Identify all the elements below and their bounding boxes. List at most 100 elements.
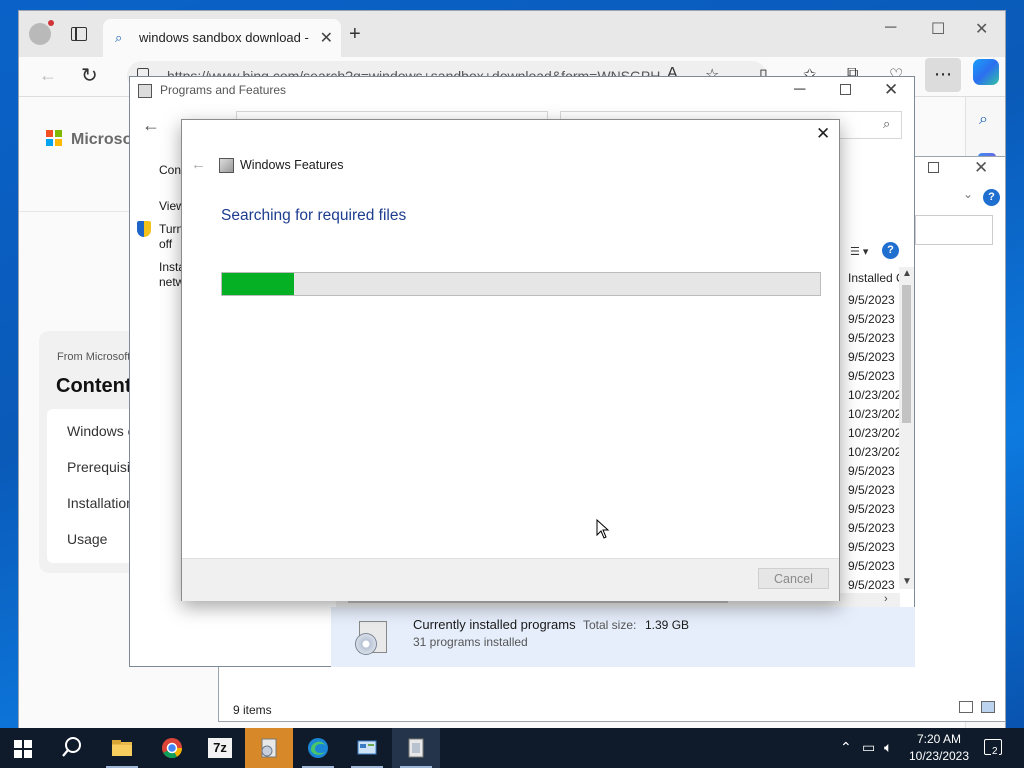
copilot-icon[interactable] bbox=[973, 59, 999, 85]
clock-time[interactable]: 7:20 AM bbox=[908, 732, 970, 746]
view-updates-link[interactable]: View bbox=[159, 199, 183, 214]
minimize-button[interactable]: ─ bbox=[885, 19, 896, 37]
help-icon[interactable]: ? bbox=[983, 189, 1000, 206]
taskbar-file-explorer[interactable] bbox=[98, 728, 146, 768]
tab-actions-icon[interactable] bbox=[71, 27, 87, 41]
back-button[interactable]: ← bbox=[39, 65, 57, 86]
total-size-value: 1.39 GB bbox=[645, 618, 690, 632]
installed-date-cell[interactable]: 9/5/2023 bbox=[848, 312, 900, 326]
taskbar-search-icon[interactable] bbox=[61, 736, 83, 758]
install-network-link-line2[interactable]: netw bbox=[159, 275, 183, 290]
installed-date-cell[interactable]: 9/5/2023 bbox=[848, 540, 900, 554]
more-options-button[interactable]: ⋯ bbox=[925, 58, 961, 92]
paf-titlebar: Programs and Features ─ ✕ bbox=[130, 77, 914, 105]
taskbar-7zip[interactable]: 7z bbox=[196, 728, 244, 768]
installed-programs-icon bbox=[355, 617, 391, 657]
details-title: Currently installed programs bbox=[413, 617, 576, 632]
turn-features-link-line2[interactable]: off bbox=[159, 237, 183, 252]
installed-date-cell[interactable]: 10/23/2023 bbox=[848, 426, 900, 440]
help-icon[interactable]: ? bbox=[882, 242, 899, 259]
large-icons-view-icon[interactable] bbox=[981, 701, 995, 713]
installed-date-cell[interactable]: 10/23/2023 bbox=[848, 388, 900, 402]
installed-date-cell[interactable]: 9/5/2023 bbox=[848, 350, 900, 364]
clock-date[interactable]: 10/23/2023 bbox=[904, 749, 974, 763]
installed-date-cell[interactable]: 9/5/2023 bbox=[848, 293, 900, 307]
cancel-button[interactable]: Cancel bbox=[758, 568, 829, 589]
installed-date-cell[interactable]: 9/5/2023 bbox=[848, 559, 900, 573]
maximize-button[interactable]: ☐ bbox=[931, 19, 945, 39]
taskbar-chrome[interactable] bbox=[148, 728, 196, 768]
dialog-close-button[interactable]: ✕ bbox=[816, 124, 830, 144]
control-panel-icon bbox=[138, 84, 152, 98]
sidebar-search-icon[interactable]: ⌕ bbox=[979, 111, 988, 129]
volume-icon[interactable]: 🔈︎ bbox=[884, 739, 892, 756]
scroll-down-icon[interactable]: ▼ bbox=[902, 576, 912, 587]
window-title: Programs and Features bbox=[160, 83, 287, 97]
explorer-maximize-button[interactable] bbox=[928, 162, 939, 173]
card-link-usage[interactable]: Usage bbox=[67, 531, 107, 547]
browser-tab[interactable]: ⌕ windows sandbox download - Search ✕ bbox=[103, 19, 341, 57]
paf-close-button[interactable]: ✕ bbox=[884, 80, 898, 100]
installed-date-cell[interactable]: 10/23/2023 bbox=[848, 407, 900, 421]
scroll-right-icon[interactable]: › bbox=[884, 593, 888, 605]
edge-icon bbox=[308, 738, 328, 758]
scroll-thumb[interactable] bbox=[902, 285, 911, 423]
card-link-installation[interactable]: Installation bbox=[67, 495, 134, 511]
windows-features-dialog: ✕ ← Windows Features Searching for requi… bbox=[181, 119, 840, 601]
installed-date-cell[interactable]: 10/23/2023 bbox=[848, 445, 900, 459]
turn-features-link[interactable]: Turn bbox=[159, 222, 183, 237]
installed-date-cell[interactable]: 9/5/2023 bbox=[848, 331, 900, 345]
scroll-up-icon[interactable]: ▲ bbox=[902, 268, 912, 279]
install-network-link[interactable]: Insta bbox=[159, 260, 183, 275]
chevron-down-icon[interactable]: ⌄ bbox=[963, 187, 973, 201]
paf-minimize-button[interactable]: ─ bbox=[794, 81, 805, 99]
taskbar-programs-and-features[interactable] bbox=[245, 728, 293, 768]
new-tab-button[interactable]: + bbox=[349, 23, 361, 46]
installed-date-cell[interactable]: 9/5/2023 bbox=[848, 578, 900, 592]
programs-features-icon bbox=[261, 738, 277, 758]
mouse-cursor-icon bbox=[596, 519, 610, 539]
show-hidden-icons-chevron[interactable]: ⌃ bbox=[840, 739, 852, 756]
taskbar-control-panel[interactable] bbox=[343, 728, 391, 768]
network-icon[interactable]: ▭ bbox=[862, 739, 875, 756]
dialog-footer: Cancel bbox=[182, 558, 839, 601]
view-options-dropdown[interactable]: ☰ ▾ bbox=[850, 245, 868, 258]
close-window-button[interactable]: ✕ bbox=[975, 19, 988, 39]
search-icon: ⌕ bbox=[883, 116, 891, 131]
shield-icon bbox=[137, 221, 151, 237]
taskbar-edge[interactable] bbox=[294, 728, 342, 768]
installed-date-cell[interactable]: 9/5/2023 bbox=[848, 464, 900, 478]
profile-avatar[interactable] bbox=[29, 20, 54, 45]
status-heading: Searching for required files bbox=[221, 207, 407, 224]
card-source: From Microsoft bbox=[57, 351, 131, 363]
details-pane: Currently installed programs Total size:… bbox=[331, 607, 915, 667]
card-link-prerequisites[interactable]: Prerequisit bbox=[67, 459, 134, 475]
notification-count: 2 bbox=[991, 746, 999, 757]
dialog-back-button[interactable]: ← bbox=[191, 156, 206, 173]
total-size-label: Total size: bbox=[583, 618, 637, 632]
installed-date-cell[interactable]: 9/5/2023 bbox=[848, 521, 900, 535]
installed-date-cell[interactable]: 9/5/2023 bbox=[848, 483, 900, 497]
microsoft-logo bbox=[46, 130, 62, 146]
start-button[interactable] bbox=[14, 740, 32, 758]
dialog-title: Windows Features bbox=[240, 158, 344, 172]
taskbar-windows-features[interactable] bbox=[392, 728, 440, 768]
refresh-button[interactable]: ↻ bbox=[81, 63, 98, 88]
installed-date-cell[interactable]: 9/5/2023 bbox=[848, 369, 900, 383]
progress-bar-fill bbox=[222, 273, 294, 295]
back-arrow-icon[interactable]: ← bbox=[142, 115, 160, 136]
taskbar: 7z ⌃ ▭ 🔈︎ 7:20 AM 10/23/2023 2 bbox=[0, 728, 1024, 768]
vertical-scrollbar[interactable]: ▲ ▼ bbox=[899, 267, 914, 589]
details-view-icon[interactable] bbox=[959, 701, 973, 713]
installed-on-column-header[interactable]: Installed On bbox=[848, 271, 902, 285]
windows-features-icon bbox=[219, 158, 234, 173]
control-panel-home-link[interactable]: Cont bbox=[159, 163, 183, 178]
card-link-windows[interactable]: Windows e bbox=[67, 423, 135, 439]
paf-maximize-button[interactable] bbox=[840, 84, 851, 95]
tab-close-button[interactable]: ✕ bbox=[320, 28, 333, 48]
explorer-search-box[interactable] bbox=[915, 215, 993, 245]
installed-date-cell[interactable]: 9/5/2023 bbox=[848, 502, 900, 516]
7zip-icon: 7z bbox=[208, 738, 232, 758]
windows-features-icon bbox=[408, 738, 424, 758]
explorer-close-button[interactable]: ✕ bbox=[974, 158, 988, 178]
